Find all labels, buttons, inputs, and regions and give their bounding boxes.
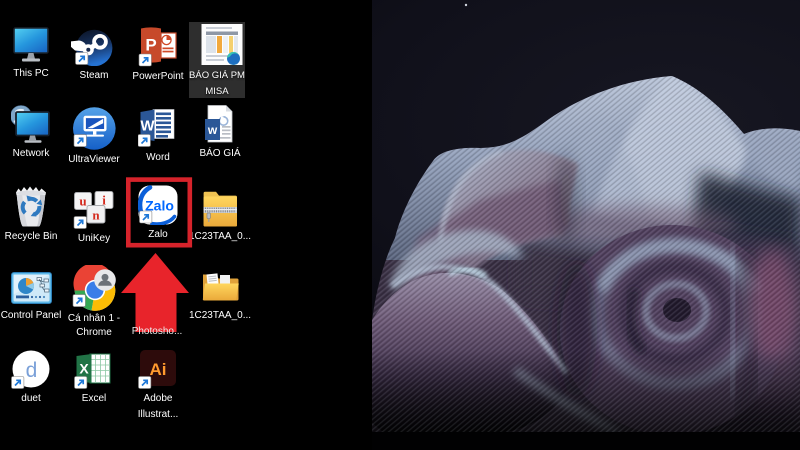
svg-text:W: W bbox=[140, 118, 155, 135]
svg-text:i: i bbox=[102, 193, 106, 208]
svg-text:P: P bbox=[145, 36, 156, 55]
svg-text:d: d bbox=[26, 359, 38, 382]
svg-text:n: n bbox=[92, 208, 100, 223]
svg-text:u: u bbox=[79, 194, 86, 209]
svg-text:X: X bbox=[79, 361, 89, 377]
svg-text:Ai: Ai bbox=[150, 360, 167, 379]
svg-text:w: w bbox=[207, 123, 218, 137]
